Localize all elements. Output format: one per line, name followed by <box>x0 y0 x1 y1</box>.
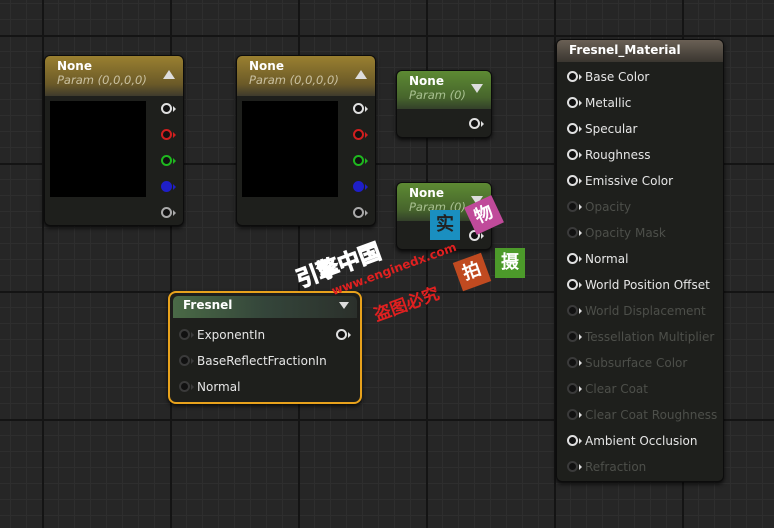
material-input-row[interactable]: Normal <box>567 246 628 272</box>
input-pin[interactable] <box>567 97 582 108</box>
material-input-row[interactable]: Base Color <box>567 64 649 90</box>
watermark-stamp: 摄 <box>495 248 525 278</box>
material-input-row[interactable]: Subsurface Color <box>567 350 687 376</box>
output-pin-r[interactable] <box>161 129 176 140</box>
input-pin[interactable] <box>567 149 582 160</box>
pin-label: Emissive Color <box>585 174 674 188</box>
material-input-row[interactable]: Refraction <box>567 454 646 480</box>
input-pin[interactable] <box>179 381 194 392</box>
pin-label: Base Color <box>585 70 650 84</box>
color-preview <box>50 101 146 197</box>
node-title: Fresnel <box>183 298 233 312</box>
material-input-row[interactable]: Clear Coat Roughness <box>567 402 717 428</box>
input-pin[interactable] <box>567 253 582 264</box>
pin-label: Specular <box>585 122 638 136</box>
output-pin-r[interactable] <box>353 129 368 140</box>
node-header[interactable]: None Param (0,0,0,0) <box>45 56 183 96</box>
node-title: None <box>409 74 444 88</box>
pin-label: Subsurface Color <box>585 356 688 370</box>
input-pin-row[interactable]: ExponentIn <box>179 322 265 348</box>
material-input-row[interactable]: Metallic <box>567 90 631 116</box>
input-pin[interactable] <box>179 355 194 366</box>
output-pin-rgb[interactable] <box>161 103 176 114</box>
node-title: None <box>249 59 284 73</box>
material-input-row[interactable]: Ambient Occlusion <box>567 428 697 454</box>
input-pin[interactable] <box>567 71 582 82</box>
output-pin-g[interactable] <box>161 155 176 166</box>
watermark-logo: 引擎中国 <box>293 239 385 294</box>
pin-label: Normal <box>585 252 629 266</box>
input-pin[interactable] <box>567 409 582 420</box>
material-input-row[interactable]: Opacity Mask <box>567 220 666 246</box>
pin-label: Normal <box>197 380 241 394</box>
pin-label: Ambient Occlusion <box>585 434 698 448</box>
node-subtitle: Param (0,0,0,0) <box>57 73 147 87</box>
output-pin[interactable] <box>469 118 484 129</box>
watermark-stamp: 拍 <box>452 252 492 292</box>
pin-label: Clear Coat <box>585 382 648 396</box>
watermark-notice: 盗图必究 <box>371 283 443 326</box>
node-header[interactable]: Fresnel_Material <box>557 40 723 62</box>
material-input-row[interactable]: Opacity <box>567 194 631 220</box>
fresnel-node[interactable]: Fresnel ExponentIn BaseReflectFractionIn… <box>168 291 362 404</box>
input-pin[interactable] <box>567 201 582 212</box>
node-title: None <box>57 59 92 73</box>
node-header[interactable]: None Param (0) <box>397 71 491 109</box>
vector-param-node-2[interactable]: None Param (0,0,0,0) <box>236 55 376 226</box>
input-pin[interactable] <box>567 279 582 290</box>
node-subtitle: Param (0) <box>409 88 466 102</box>
input-pin-row[interactable]: BaseReflectFractionIn <box>179 348 327 374</box>
expand-arrow-icon[interactable] <box>339 302 349 309</box>
material-input-row[interactable]: Roughness <box>567 142 650 168</box>
input-pin[interactable] <box>567 305 582 316</box>
input-pin[interactable] <box>179 329 194 340</box>
watermark-stamp: 实 <box>430 210 460 240</box>
node-header[interactable]: Fresnel <box>173 296 357 318</box>
scalar-param-node-1[interactable]: None Param (0) <box>396 70 492 138</box>
node-title: Fresnel_Material <box>569 43 681 57</box>
material-result-node[interactable]: Fresnel_Material Base Color Metallic Specu… <box>556 39 724 482</box>
output-pin-a[interactable] <box>161 207 176 218</box>
input-pin[interactable] <box>567 331 582 342</box>
node-header[interactable]: None Param (0,0,0,0) <box>237 56 375 96</box>
collapse-arrow-icon[interactable] <box>355 70 367 79</box>
color-preview <box>242 101 338 197</box>
input-pin[interactable] <box>567 227 582 238</box>
node-title: None <box>409 186 444 200</box>
output-pin-a[interactable] <box>353 207 368 218</box>
pin-label: World Displacement <box>585 304 706 318</box>
input-pin[interactable] <box>567 383 582 394</box>
pin-label: Roughness <box>585 148 651 162</box>
pin-label: Opacity Mask <box>585 226 666 240</box>
pin-label: ExponentIn <box>197 328 266 342</box>
input-pin[interactable] <box>567 461 582 472</box>
material-input-row[interactable]: Specular <box>567 116 637 142</box>
pin-label: Clear Coat Roughness <box>585 408 718 422</box>
material-input-row[interactable]: World Displacement <box>567 298 706 324</box>
input-pin[interactable] <box>567 123 582 134</box>
pin-label: World Position Offset <box>585 278 710 292</box>
input-pin[interactable] <box>567 357 582 368</box>
material-input-row[interactable]: Emissive Color <box>567 168 673 194</box>
material-input-row[interactable]: Clear Coat <box>567 376 648 402</box>
output-pin[interactable] <box>336 329 351 340</box>
collapse-arrow-icon[interactable] <box>163 70 175 79</box>
pin-label: Metallic <box>585 96 632 110</box>
input-pin-row[interactable]: Normal <box>179 374 240 400</box>
output-pin-b[interactable] <box>353 181 368 192</box>
pin-label: BaseReflectFractionIn <box>197 354 327 368</box>
pin-label: Opacity <box>585 200 632 214</box>
vector-param-node-1[interactable]: None Param (0,0,0,0) <box>44 55 184 226</box>
output-pin-g[interactable] <box>353 155 368 166</box>
input-pin[interactable] <box>567 435 582 446</box>
expand-arrow-icon[interactable] <box>471 84 483 93</box>
input-pin[interactable] <box>567 175 582 186</box>
material-input-row[interactable]: World Position Offset <box>567 272 710 298</box>
output-pin-b[interactable] <box>161 181 176 192</box>
pin-label: Refraction <box>585 460 647 474</box>
material-input-row[interactable]: Tessellation Multiplier <box>567 324 714 350</box>
pin-label: Tessellation Multiplier <box>585 330 715 344</box>
node-subtitle: Param (0,0,0,0) <box>249 73 339 87</box>
output-pin-rgb[interactable] <box>353 103 368 114</box>
